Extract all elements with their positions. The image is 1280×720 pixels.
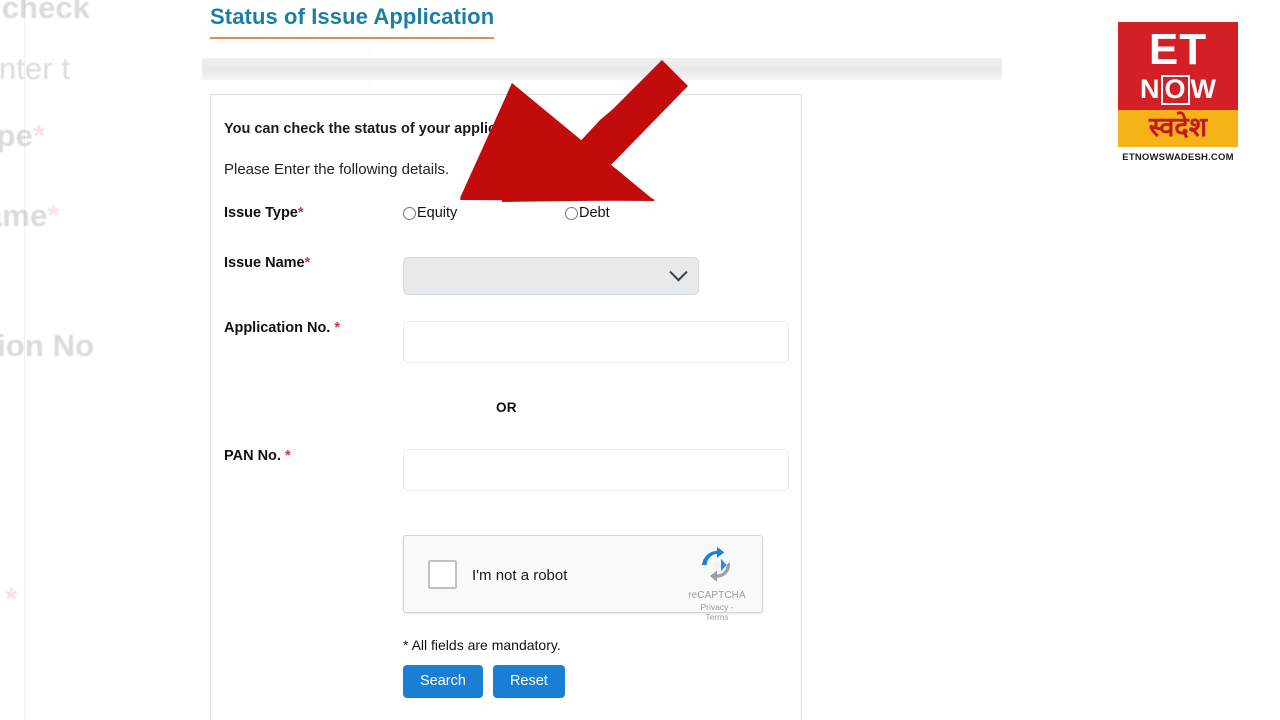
label-application-no: Application No. * bbox=[224, 320, 340, 336]
recaptcha-logo-icon bbox=[701, 546, 731, 582]
label-pan-no: PAN No. * bbox=[224, 448, 291, 464]
et-now-swadesh-logo: ET N O W स्वदेश ETNOWSWADESH.COM bbox=[1118, 22, 1238, 163]
ghost-label-issue-name: Issue Name* bbox=[0, 198, 60, 234]
recaptcha-legal-links[interactable]: Privacy - Terms bbox=[688, 602, 746, 622]
page-title: Status of Issue Application bbox=[210, 4, 495, 39]
ghost-pan-no-text: PAN No. bbox=[0, 581, 5, 616]
ghost-label-application-no: Application No bbox=[0, 328, 95, 363]
search-button[interactable]: Search bbox=[403, 665, 483, 698]
ghost-intro-line-1: You can check bbox=[0, 0, 91, 25]
table-header-strip bbox=[202, 58, 1002, 80]
radio-option-equity[interactable]: Equity bbox=[403, 205, 457, 221]
logo-now-row: N O W bbox=[1118, 73, 1238, 110]
form-action-buttons: Search Reset bbox=[403, 665, 565, 698]
page-guide-line-left bbox=[24, 0, 25, 720]
label-issue-type-text: Issue Type bbox=[224, 205, 298, 221]
reset-button[interactable]: Reset bbox=[492, 665, 565, 698]
radio-circle-icon-equity[interactable] bbox=[403, 206, 416, 220]
status-check-form-card: You can check the status of your applica… bbox=[210, 94, 802, 720]
radio-circle-icon-debt[interactable] bbox=[565, 206, 578, 220]
recaptcha-branding: reCAPTCHA Privacy - Terms bbox=[688, 546, 746, 622]
mandatory-fields-note: * All fields are mandatory. bbox=[403, 637, 561, 653]
logo-now-letter-w: W bbox=[1190, 74, 1216, 105]
screenshot-root: You can check Please Enter t Issue Type*… bbox=[0, 0, 1280, 720]
logo-color-blocks: ET N O W स्वदेश bbox=[1118, 22, 1238, 147]
form-intro-line-2: Please Enter the following details. bbox=[224, 161, 450, 178]
or-separator: OR bbox=[496, 400, 517, 415]
issue-name-select[interactable] bbox=[403, 257, 699, 295]
label-pan-no-text: PAN No. bbox=[224, 448, 281, 464]
recaptcha-brand-text: reCAPTCHA bbox=[688, 590, 746, 601]
pan-no-input[interactable] bbox=[403, 449, 789, 491]
ghost-label-issue-type: Issue Type* bbox=[0, 118, 45, 154]
ghost-issue-type-required: * bbox=[32, 118, 46, 153]
ghost-intro-line-2: Please Enter t bbox=[0, 51, 71, 86]
form-intro-line-1: You can check the status of your applica… bbox=[224, 121, 531, 137]
logo-now-letter-o: O bbox=[1160, 75, 1190, 105]
recaptcha-checkbox[interactable] bbox=[428, 560, 457, 589]
ghost-issue-name-required: * bbox=[47, 198, 60, 233]
label-issue-name: Issue Name* bbox=[224, 255, 310, 271]
ghost-issue-type-text: Issue Type bbox=[0, 118, 33, 153]
label-issue-type: Issue Type* bbox=[224, 205, 304, 221]
label-application-no-text: Application No. bbox=[224, 320, 331, 336]
logo-et-text: ET bbox=[1118, 22, 1238, 74]
recaptcha-label: I'm not a robot bbox=[472, 567, 568, 584]
logo-website-url: ETNOWSWADESH.COM bbox=[1122, 151, 1234, 163]
label-issue-name-text: Issue Name bbox=[224, 255, 305, 271]
logo-swadesh-text: स्वदेश bbox=[1118, 109, 1238, 147]
logo-now-letter-n: N bbox=[1140, 74, 1160, 105]
chevron-down-icon[interactable] bbox=[669, 262, 688, 281]
ghost-label-pan-no: PAN No. * bbox=[0, 581, 17, 617]
page-title-wrapper: Status of Issue Application bbox=[210, 4, 495, 39]
label-issue-type-required: * bbox=[297, 205, 304, 221]
application-no-input[interactable] bbox=[403, 321, 789, 363]
label-pan-no-required: * bbox=[284, 448, 291, 464]
label-issue-name-required: * bbox=[304, 255, 311, 271]
recaptcha-widget[interactable]: I'm not a robot reCAPTCHA Privacy - Term… bbox=[403, 535, 763, 622]
radio-label-equity: Equity bbox=[417, 205, 458, 221]
radio-label-debt: Debt bbox=[579, 205, 610, 221]
radio-option-debt[interactable]: Debt bbox=[565, 205, 610, 221]
ghost-pan-no-required: * bbox=[5, 581, 18, 616]
label-application-no-required: * bbox=[334, 320, 341, 336]
